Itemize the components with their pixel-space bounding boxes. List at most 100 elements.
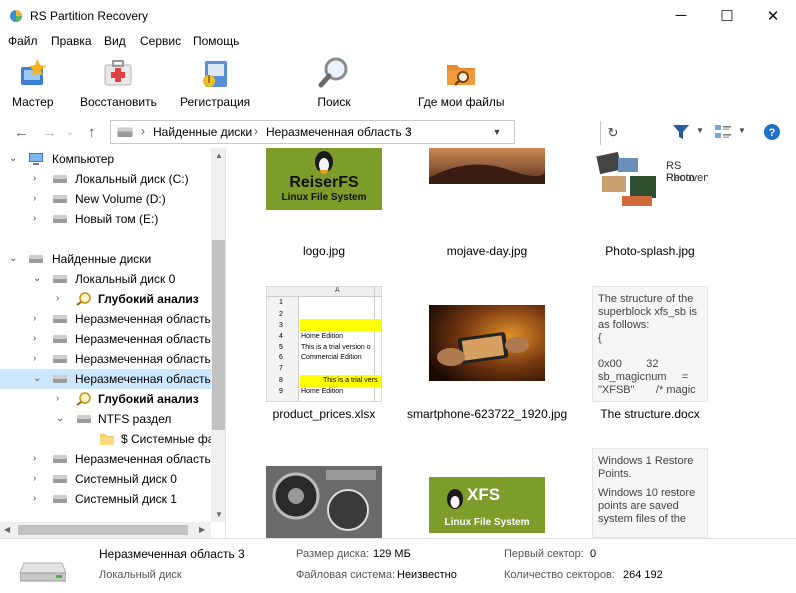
tree-item-volume-e[interactable]: › Новый том (E:) [0, 209, 211, 229]
expand-chevron-icon[interactable]: › [33, 193, 36, 204]
window-title: RS Partition Recovery [30, 9, 149, 23]
collapse-chevron-icon[interactable]: ⌄ [33, 373, 41, 384]
file-thumb-logo[interactable]: ReiserFS Linux File System [266, 148, 382, 210]
file-name[interactable]: mojave-day.jpg [427, 244, 547, 258]
history-chevron-icon[interactable]: ⌄ [66, 127, 74, 138]
file-name[interactable]: logo.jpg [264, 244, 384, 258]
tree-item-local-disk-0[interactable]: ⌄ Локальный диск 0 [0, 269, 211, 289]
scroll-down-icon[interactable]: ▼ [215, 510, 223, 519]
first-sector-value: 0 [590, 548, 597, 560]
close-button[interactable]: ✕ [750, 0, 796, 31]
tree-item-unallocated[interactable]: › Неразмеченная область [0, 349, 211, 369]
menu-tools[interactable]: Сервис [140, 34, 181, 48]
forward-arrow-icon[interactable]: → [42, 124, 57, 141]
scroll-up-icon[interactable]: ▲ [215, 151, 223, 160]
expand-chevron-icon[interactable]: › [33, 353, 36, 364]
tree-item-deep-analysis[interactable]: › Глубокий анализ [0, 389, 211, 409]
scrollbar-thumb[interactable] [212, 240, 225, 430]
tree-item-unallocated[interactable]: › Неразмеченная область [0, 329, 211, 349]
maximize-button[interactable]: ☐ [704, 0, 750, 31]
tree-vertical-scrollbar[interactable]: ▲ ▼ [211, 148, 225, 522]
collapse-chevron-icon[interactable]: ⌄ [9, 153, 17, 164]
reiserfs-subtitle: Linux File System [281, 192, 367, 203]
up-arrow-icon[interactable]: ↑ [88, 124, 96, 141]
doc-line: system files of the [598, 513, 687, 525]
tree-item-computer[interactable]: ⌄ Компьютер [0, 149, 211, 169]
collapse-chevron-icon[interactable]: ⌄ [9, 253, 17, 264]
drive-icon [29, 255, 43, 263]
minimize-button[interactable]: ─ [658, 0, 704, 31]
file-name[interactable]: The structure.docx [590, 407, 710, 421]
expand-chevron-icon[interactable]: › [33, 173, 36, 184]
expand-chevron-icon[interactable]: › [33, 313, 36, 324]
tree-item-system-disk-1[interactable]: › Системный диск 1 [0, 489, 211, 509]
file-thumb-xfs[interactable]: XFS Linux File System [429, 477, 545, 533]
xlsx-row-number: 1 [279, 299, 283, 306]
folder-tree: ⌄ Компьютер › Локальный диск (C:) › New … [0, 148, 226, 538]
close-icon: ✕ [766, 7, 780, 25]
expand-chevron-icon[interactable]: › [33, 213, 36, 224]
file-name[interactable]: Photo-splash.jpg [590, 244, 710, 258]
menu-view[interactable]: Вид [104, 34, 126, 48]
tree-item-system-disk-0[interactable]: › Системный диск 0 [0, 469, 211, 489]
view-dropdown-icon[interactable]: ▼ [738, 126, 746, 135]
collapse-chevron-icon[interactable]: ⌄ [56, 413, 64, 424]
doc-line: 0x00 32 [598, 358, 659, 370]
file-thumb-xlsx[interactable]: A 1 2 3 4 Home Edition 5 This is a trial… [266, 286, 382, 402]
registration-icon [203, 61, 228, 87]
expand-chevron-icon[interactable]: › [33, 473, 36, 484]
tree-item-ntfs[interactable]: ⌄ NTFS раздел [0, 409, 211, 429]
view-mode-icon[interactable] [714, 124, 732, 140]
help-icon[interactable]: ? [763, 123, 781, 141]
file-thumb-photo-splash[interactable]: RS Photo Recovery [592, 148, 708, 210]
address-bar[interactable]: › Найденные диски › Неразмеченная област… [110, 120, 618, 145]
menu-edit[interactable]: Правка [51, 34, 92, 48]
expand-chevron-icon[interactable]: › [56, 393, 59, 404]
expand-chevron-icon[interactable]: › [33, 493, 36, 504]
where-my-files-button[interactable]: Где мои файлы [418, 55, 505, 113]
menu-file[interactable]: Файл [8, 34, 38, 48]
tree-item-unallocated[interactable]: › Неразмеченная область [0, 309, 211, 329]
tree-item-unallocated[interactable]: › Неразмеченная область [0, 449, 211, 469]
search-button[interactable]: Поиск [316, 55, 352, 113]
expand-chevron-icon[interactable]: › [33, 333, 36, 344]
filter-dropdown-icon[interactable]: ▼ [696, 126, 704, 135]
breadcrumb-unallocated-3[interactable]: Неразмеченная область 3 [266, 125, 412, 139]
restore-label: Восстановить [80, 95, 157, 109]
address-dropdown-icon[interactable]: ▼ [486, 121, 508, 143]
drive-icon [53, 275, 67, 283]
filter-icon[interactable] [672, 124, 690, 140]
tree-item-local-c[interactable]: › Локальный диск (C:) [0, 169, 211, 189]
file-thumb-docx[interactable]: The structure of the superblock xfs_sb i… [592, 286, 708, 402]
tree-item-volume-d[interactable]: › New Volume (D:) [0, 189, 211, 209]
back-arrow-icon[interactable]: ← [14, 124, 29, 141]
rs-photo-logo-line2: Recovery [666, 172, 708, 184]
expand-chevron-icon[interactable]: › [56, 293, 59, 304]
expand-chevron-icon[interactable]: › [33, 453, 36, 464]
xlsx-row-number: 2 [279, 311, 283, 318]
file-thumb-mojave[interactable] [429, 148, 545, 184]
restore-button[interactable]: Восстановить [80, 55, 157, 113]
refresh-icon[interactable]: ↻ [600, 121, 625, 145]
tree-label: Новый том (E:) [75, 212, 159, 226]
file-thumb-machinery[interactable] [266, 466, 382, 538]
breadcrumb-found-disks[interactable]: Найденные диски [153, 125, 252, 139]
file-thumb-restore-doc[interactable]: Windows 1 Restore Points. Windows 10 res… [592, 448, 708, 538]
menu-help[interactable]: Помощь [193, 34, 239, 48]
wizard-button[interactable]: Мастер [12, 55, 54, 113]
file-name[interactable]: smartphone-623722_1920.jpg [407, 407, 567, 421]
scrollbar-thumb[interactable] [18, 525, 188, 535]
tree-item-unallocated-selected[interactable]: ⌄ Неразмеченная область [0, 369, 211, 389]
scroll-left-icon[interactable]: ◀ [4, 525, 10, 534]
tree-label: Системный диск 0 [75, 472, 177, 486]
tree-item-deep-analysis[interactable]: › Глубокий анализ [0, 289, 211, 309]
registration-button[interactable]: Регистрация [180, 55, 250, 113]
sector-count-label: Количество секторов: [504, 569, 615, 581]
collapse-chevron-icon[interactable]: ⌄ [33, 273, 41, 284]
file-thumb-smartphone[interactable] [429, 305, 545, 381]
tree-item-found-disks[interactable]: ⌄ Найденные диски [0, 249, 211, 269]
scroll-right-icon[interactable]: ▶ [199, 525, 205, 534]
file-name[interactable]: product_prices.xlsx [264, 407, 384, 421]
tree-item-system-folder[interactable]: $ Системные фа [0, 429, 214, 449]
tree-horizontal-scrollbar[interactable]: ◀ ▶ [0, 522, 211, 538]
